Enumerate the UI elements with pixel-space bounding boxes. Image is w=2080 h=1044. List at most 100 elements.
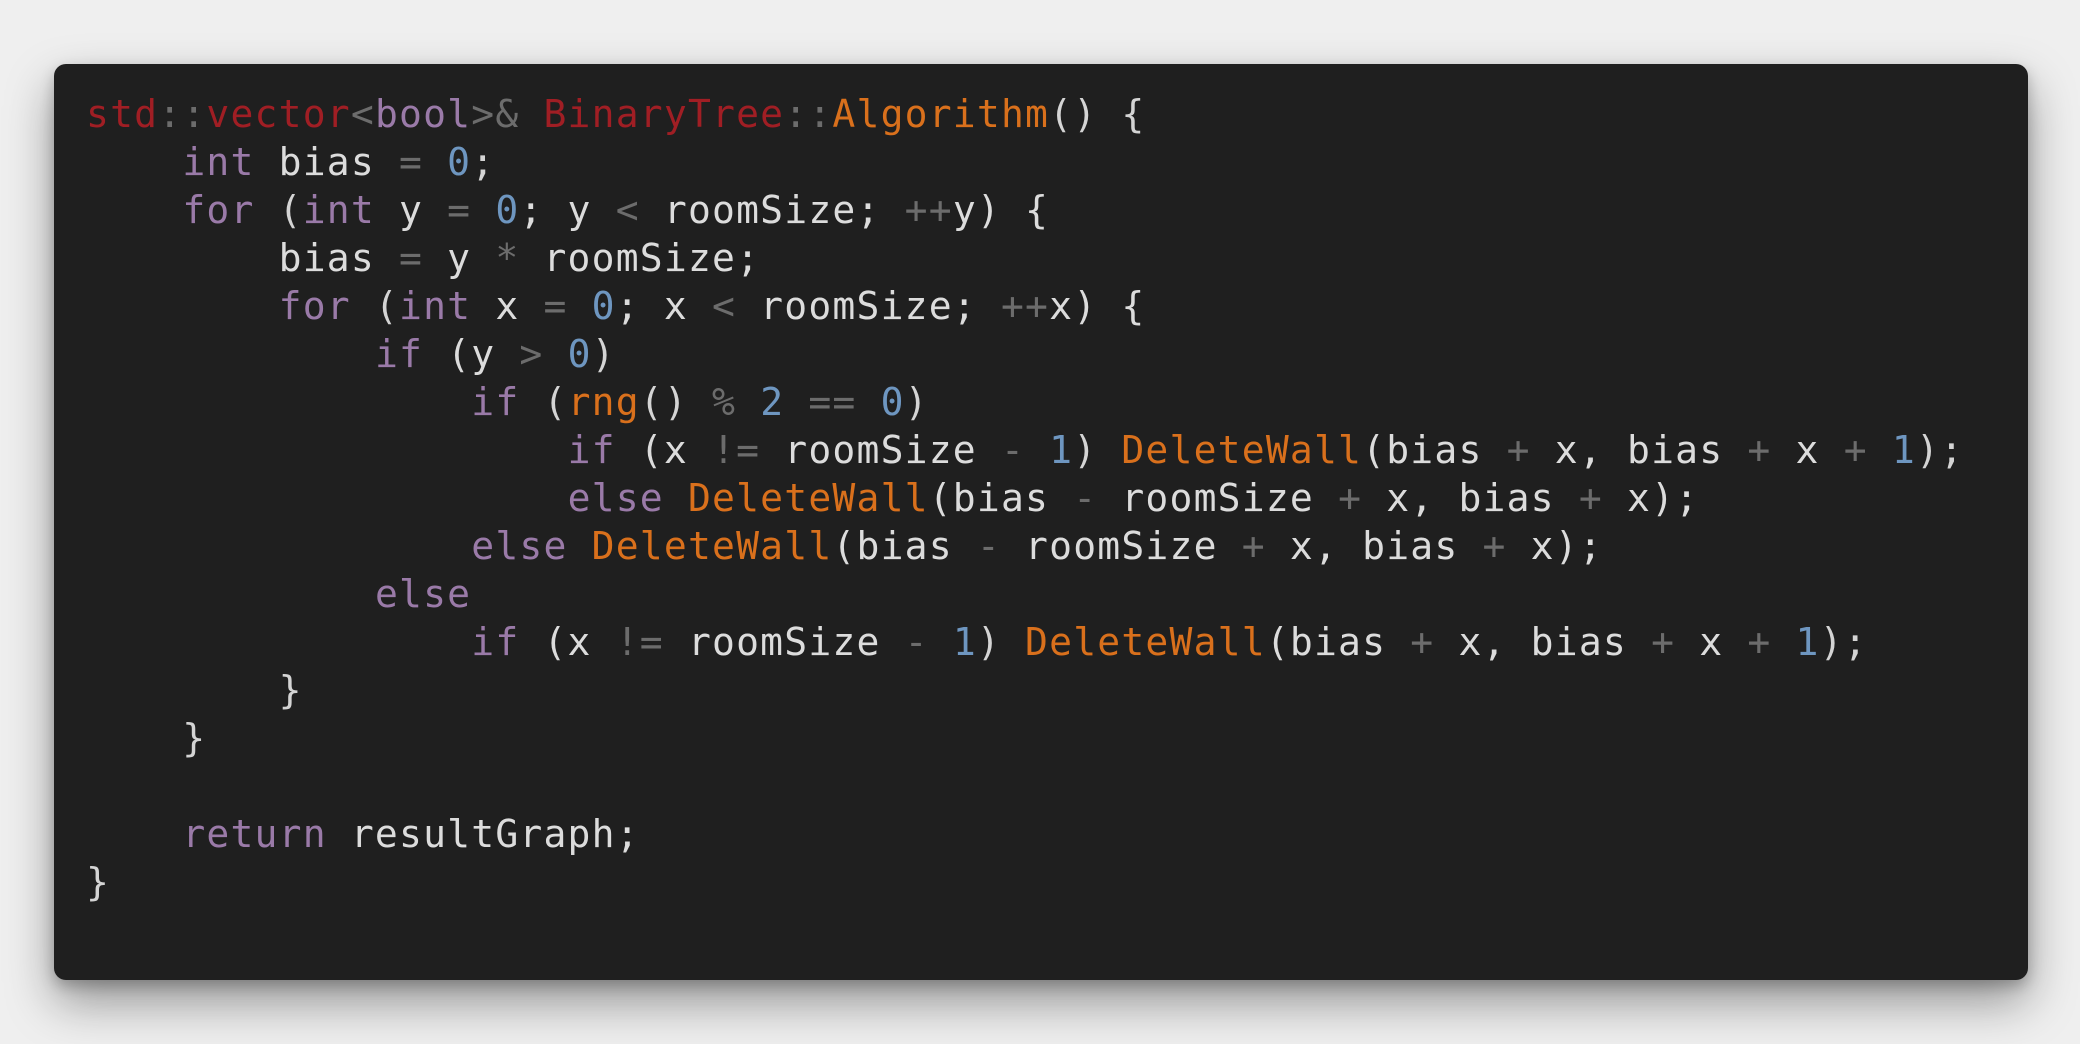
code-token: roomSize; bbox=[519, 236, 761, 280]
code-token: 2 bbox=[760, 380, 785, 424]
code-line: if (x != roomSize - 1) DeleteWall(bias +… bbox=[86, 618, 2008, 666]
code-token: + bbox=[1410, 620, 1435, 664]
code-token: + bbox=[1747, 428, 1772, 472]
code-token: resultGraph; bbox=[326, 812, 640, 856]
code-token: - bbox=[976, 524, 1001, 568]
code-token: == bbox=[808, 380, 857, 424]
code-token: roomSize; bbox=[736, 284, 1001, 328]
code-line: else DeleteWall(bias - roomSize + x, bia… bbox=[86, 522, 2008, 570]
code-token: 0 bbox=[591, 284, 616, 328]
code-token: x bbox=[1771, 428, 1844, 472]
code-token: (x bbox=[519, 620, 616, 664]
code-token: x bbox=[471, 284, 544, 328]
code-token: - bbox=[904, 620, 929, 664]
code-token: + bbox=[1241, 524, 1266, 568]
code-token: int bbox=[302, 188, 375, 232]
code-line: for (int y = 0; y < roomSize; ++y) { bbox=[86, 186, 2008, 234]
code-token: 1 bbox=[1891, 428, 1916, 472]
code-token: != bbox=[615, 620, 664, 664]
code-token: roomSize bbox=[663, 620, 905, 664]
code-token: (x bbox=[615, 428, 713, 472]
code-token: ( bbox=[254, 188, 303, 232]
code-token: ; x bbox=[615, 284, 713, 328]
code-line: if (rng() % 2 == 0) bbox=[86, 378, 2008, 426]
code-token: ; bbox=[471, 140, 496, 184]
code-token: x, bias bbox=[1530, 428, 1748, 472]
code-token: (bias bbox=[1362, 428, 1507, 472]
code-token: if bbox=[567, 428, 616, 472]
code-block: std::vector<bool>& BinaryTree::Algorithm… bbox=[86, 90, 2008, 906]
code-token: + bbox=[1506, 428, 1531, 472]
code-token: () { bbox=[1049, 92, 1146, 136]
code-token: + bbox=[1843, 428, 1868, 472]
code-token: + bbox=[1482, 524, 1507, 568]
code-token: - bbox=[1000, 428, 1026, 472]
code-editor-panel: std::vector<bool>& BinaryTree::Algorithm… bbox=[54, 64, 2028, 980]
code-token: 1 bbox=[952, 620, 977, 664]
code-token: (bias bbox=[832, 524, 977, 568]
code-line: } bbox=[86, 714, 2008, 762]
code-token: + bbox=[1578, 476, 1603, 520]
code-token: (bias bbox=[928, 476, 1074, 520]
code-token: + bbox=[1338, 476, 1363, 520]
code-token: roomSize bbox=[1097, 476, 1339, 520]
code-token: std bbox=[86, 92, 159, 136]
code-token: bool bbox=[374, 92, 472, 136]
code-token: Algorithm bbox=[832, 92, 1050, 136]
code-token: 0 bbox=[567, 332, 592, 376]
code-line: bias = y * roomSize; bbox=[86, 234, 2008, 282]
code-token: :: bbox=[784, 92, 833, 136]
code-token: ; y bbox=[519, 188, 616, 232]
code-token: ) bbox=[904, 380, 929, 424]
code-token: (bias bbox=[1265, 620, 1411, 664]
code-token: x, bias bbox=[1434, 620, 1652, 664]
code-token: % bbox=[712, 380, 737, 424]
code-token: < bbox=[712, 284, 737, 328]
code-line: } bbox=[86, 666, 2008, 714]
code-token: vector bbox=[206, 92, 351, 136]
code-token: bias bbox=[254, 140, 400, 184]
code-token: roomSize bbox=[760, 428, 1001, 472]
code-token: int bbox=[182, 140, 255, 184]
code-token: ( bbox=[350, 284, 400, 328]
code-token: for bbox=[182, 188, 255, 232]
code-token: x, bias bbox=[1265, 524, 1483, 568]
code-token: x); bbox=[1602, 476, 1700, 520]
code-token: x bbox=[1675, 620, 1748, 664]
code-token: return bbox=[182, 812, 327, 856]
code-token: roomSize bbox=[1000, 524, 1242, 568]
code-token: * bbox=[495, 236, 520, 280]
code-token: BinaryTree bbox=[543, 92, 785, 136]
code-token: x, bias bbox=[1362, 476, 1579, 520]
code-token: < bbox=[350, 92, 375, 136]
code-token: >& bbox=[471, 92, 520, 136]
code-token: y bbox=[374, 188, 448, 232]
code-token: else bbox=[374, 572, 472, 616]
code-token: for bbox=[278, 284, 351, 328]
code-token: x); bbox=[1506, 524, 1603, 568]
code-line: return resultGraph; bbox=[86, 810, 2008, 858]
code-token: < bbox=[615, 188, 640, 232]
code-token: y bbox=[423, 236, 496, 280]
code-token: 0 bbox=[880, 380, 905, 424]
code-token: ) bbox=[976, 620, 1026, 664]
code-token: ) bbox=[1073, 428, 1122, 472]
code-token: } bbox=[86, 860, 111, 904]
code-token: = bbox=[399, 236, 424, 280]
code-token: ); bbox=[1915, 428, 1965, 472]
